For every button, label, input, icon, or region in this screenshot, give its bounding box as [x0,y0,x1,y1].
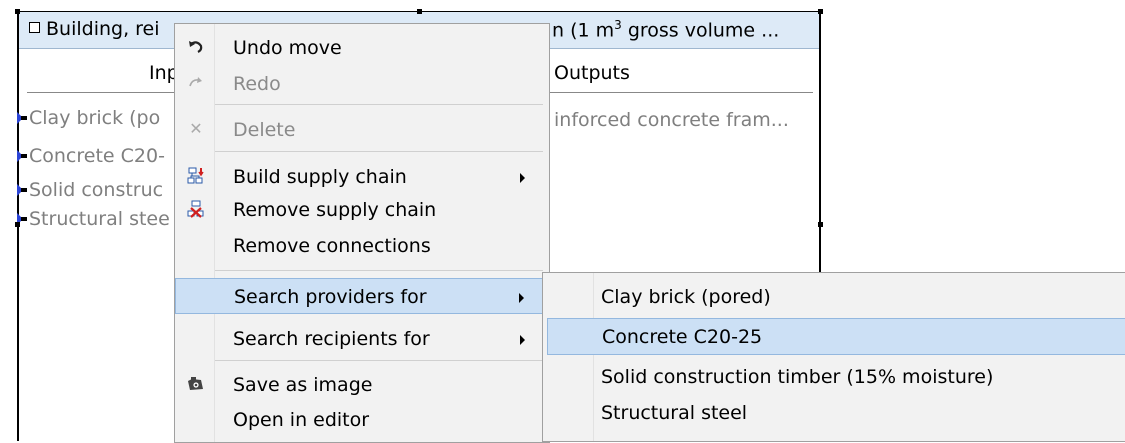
submenu-item-concrete[interactable]: Concrete C20-25 [547,318,1125,355]
undo-icon [187,38,205,56]
submenu-arrow-icon [520,173,525,183]
menu-item-redo[interactable]: Redo [175,66,549,102]
search-providers-submenu[interactable]: Clay brick (pored) Concrete C20-25 Solid… [542,272,1125,442]
input-port-icon[interactable] [17,112,27,124]
resize-handle[interactable] [417,9,422,14]
context-menu[interactable]: Undo move Redo ✕ Delete Build supply cha… [174,23,550,443]
resize-handle[interactable] [15,222,20,227]
input-flow-row[interactable]: Structural stee [17,208,170,230]
output-flow-row[interactable]: inforced concrete fram... [554,109,789,131]
input-flow-row[interactable]: Concrete C20- [17,145,165,167]
menu-item-build-supply-chain[interactable]: Build supply chain [175,159,549,195]
menu-item-search-recipients[interactable]: Search recipients for [175,321,549,357]
menu-item-open-in-editor[interactable]: Open in editor [175,402,549,438]
menu-item-remove-connections[interactable]: Remove connections [175,228,549,264]
submenu-item-timber[interactable]: Solid construction timber (15% moisture) [547,359,1125,396]
menu-separator [215,360,543,361]
menu-item-search-providers[interactable]: Search providers for [175,278,549,314]
input-flow-row[interactable]: Clay brick (po [17,107,160,129]
submenu-arrow-icon [519,293,524,303]
input-flow-row[interactable]: Solid construc [17,179,163,201]
delete-icon: ✕ [189,119,203,138]
process-title-left: Building, rei [29,18,160,40]
menu-separator [215,270,543,271]
menu-item-delete[interactable]: ✕ Delete [175,112,549,148]
outputs-header: Outputs [554,62,630,84]
process-title-right: n (1 m3 gross volume ... [552,18,780,42]
input-port-icon[interactable] [17,184,27,196]
menu-separator [215,151,543,152]
input-port-icon[interactable] [17,150,27,162]
resize-handle[interactable] [15,9,20,14]
collapse-icon[interactable] [29,22,40,33]
submenu-arrow-icon [520,335,525,345]
menu-separator [215,104,543,105]
menu-item-save-as-image[interactable]: Save as image [175,367,549,403]
camera-icon [187,375,205,393]
resize-handle[interactable] [818,9,823,14]
menu-item-remove-supply-chain[interactable]: Remove supply chain [175,192,549,228]
menu-item-undo-move[interactable]: Undo move [175,30,549,66]
redo-icon [187,74,205,92]
build-supply-chain-icon [187,167,205,185]
submenu-item-structural-steel[interactable]: Structural steel [547,395,1125,432]
remove-supply-chain-icon [187,200,205,218]
resize-handle[interactable] [818,222,823,227]
submenu-item-clay-brick[interactable]: Clay brick (pored) [547,279,1125,316]
